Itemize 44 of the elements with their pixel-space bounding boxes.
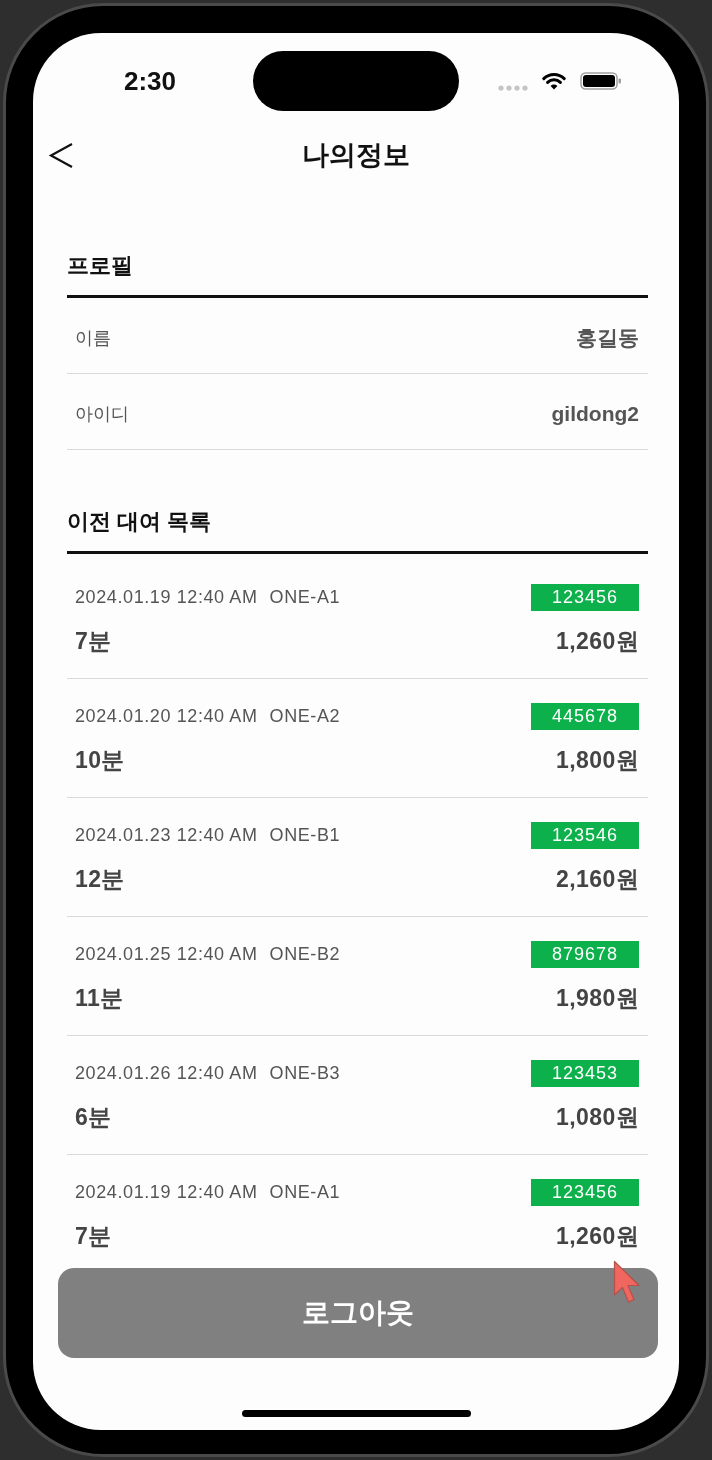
cursor-icon bbox=[613, 1260, 641, 1304]
rental-datetime: 2024.01.26 12:40 AM bbox=[75, 1062, 258, 1085]
chevron-left-icon bbox=[48, 141, 74, 169]
status-time: 2:30 bbox=[123, 65, 176, 97]
rental-fee: 1,260원 bbox=[556, 1222, 639, 1251]
device-code: ONE-A1 bbox=[269, 586, 341, 609]
rental-fee: 1,800원 bbox=[556, 746, 639, 775]
rental-duration: 7분 bbox=[75, 627, 112, 656]
logout-button[interactable]: 로그아웃 bbox=[58, 1268, 658, 1358]
code-badge: 445678 bbox=[531, 702, 639, 730]
rental-duration: 12분 bbox=[75, 865, 125, 894]
device-code: ONE-A2 bbox=[269, 705, 341, 728]
field-value: 홍길동 bbox=[576, 324, 639, 351]
field-label: 이름 bbox=[75, 326, 111, 350]
section-title: 프로필 bbox=[67, 252, 133, 280]
field-value: gildong2 bbox=[551, 400, 639, 427]
wifi-icon bbox=[542, 72, 566, 90]
signal-icon bbox=[498, 85, 528, 91]
rental-duration: 6분 bbox=[75, 1103, 112, 1132]
code-badge: 123546 bbox=[531, 821, 639, 849]
rental-fee: 1,080원 bbox=[556, 1103, 639, 1132]
device-code: ONE-A1 bbox=[269, 1181, 341, 1204]
rental-duration: 10분 bbox=[75, 746, 125, 775]
code-badge: 123453 bbox=[531, 1059, 639, 1087]
rental-datetime: 2024.01.19 12:40 AM bbox=[75, 586, 258, 609]
rental-fee: 2,160원 bbox=[556, 865, 639, 894]
rental-fee: 1,980원 bbox=[556, 984, 639, 1013]
rental-duration: 7분 bbox=[75, 1222, 112, 1251]
device-code: ONE-B1 bbox=[269, 824, 341, 847]
field-label: 아이디 bbox=[75, 402, 129, 426]
code-badge: 123456 bbox=[531, 1178, 639, 1206]
device-code: ONE-B3 bbox=[269, 1062, 341, 1085]
rental-fee: 1,260원 bbox=[556, 627, 639, 656]
page-title: 나의정보 bbox=[302, 139, 410, 172]
rental-duration: 11분 bbox=[75, 984, 124, 1013]
rental-datetime: 2024.01.23 12:40 AM bbox=[75, 824, 258, 847]
rental-datetime: 2024.01.19 12:40 AM bbox=[75, 1181, 258, 1204]
device-code: ONE-B2 bbox=[269, 943, 341, 966]
code-badge: 123456 bbox=[531, 583, 639, 611]
code-badge: 879678 bbox=[531, 940, 639, 968]
battery-icon bbox=[580, 72, 622, 90]
rental-datetime: 2024.01.20 12:40 AM bbox=[75, 705, 258, 728]
rental-datetime: 2024.01.25 12:40 AM bbox=[75, 943, 258, 966]
section-title: 이전 대여 목록 bbox=[67, 508, 212, 536]
